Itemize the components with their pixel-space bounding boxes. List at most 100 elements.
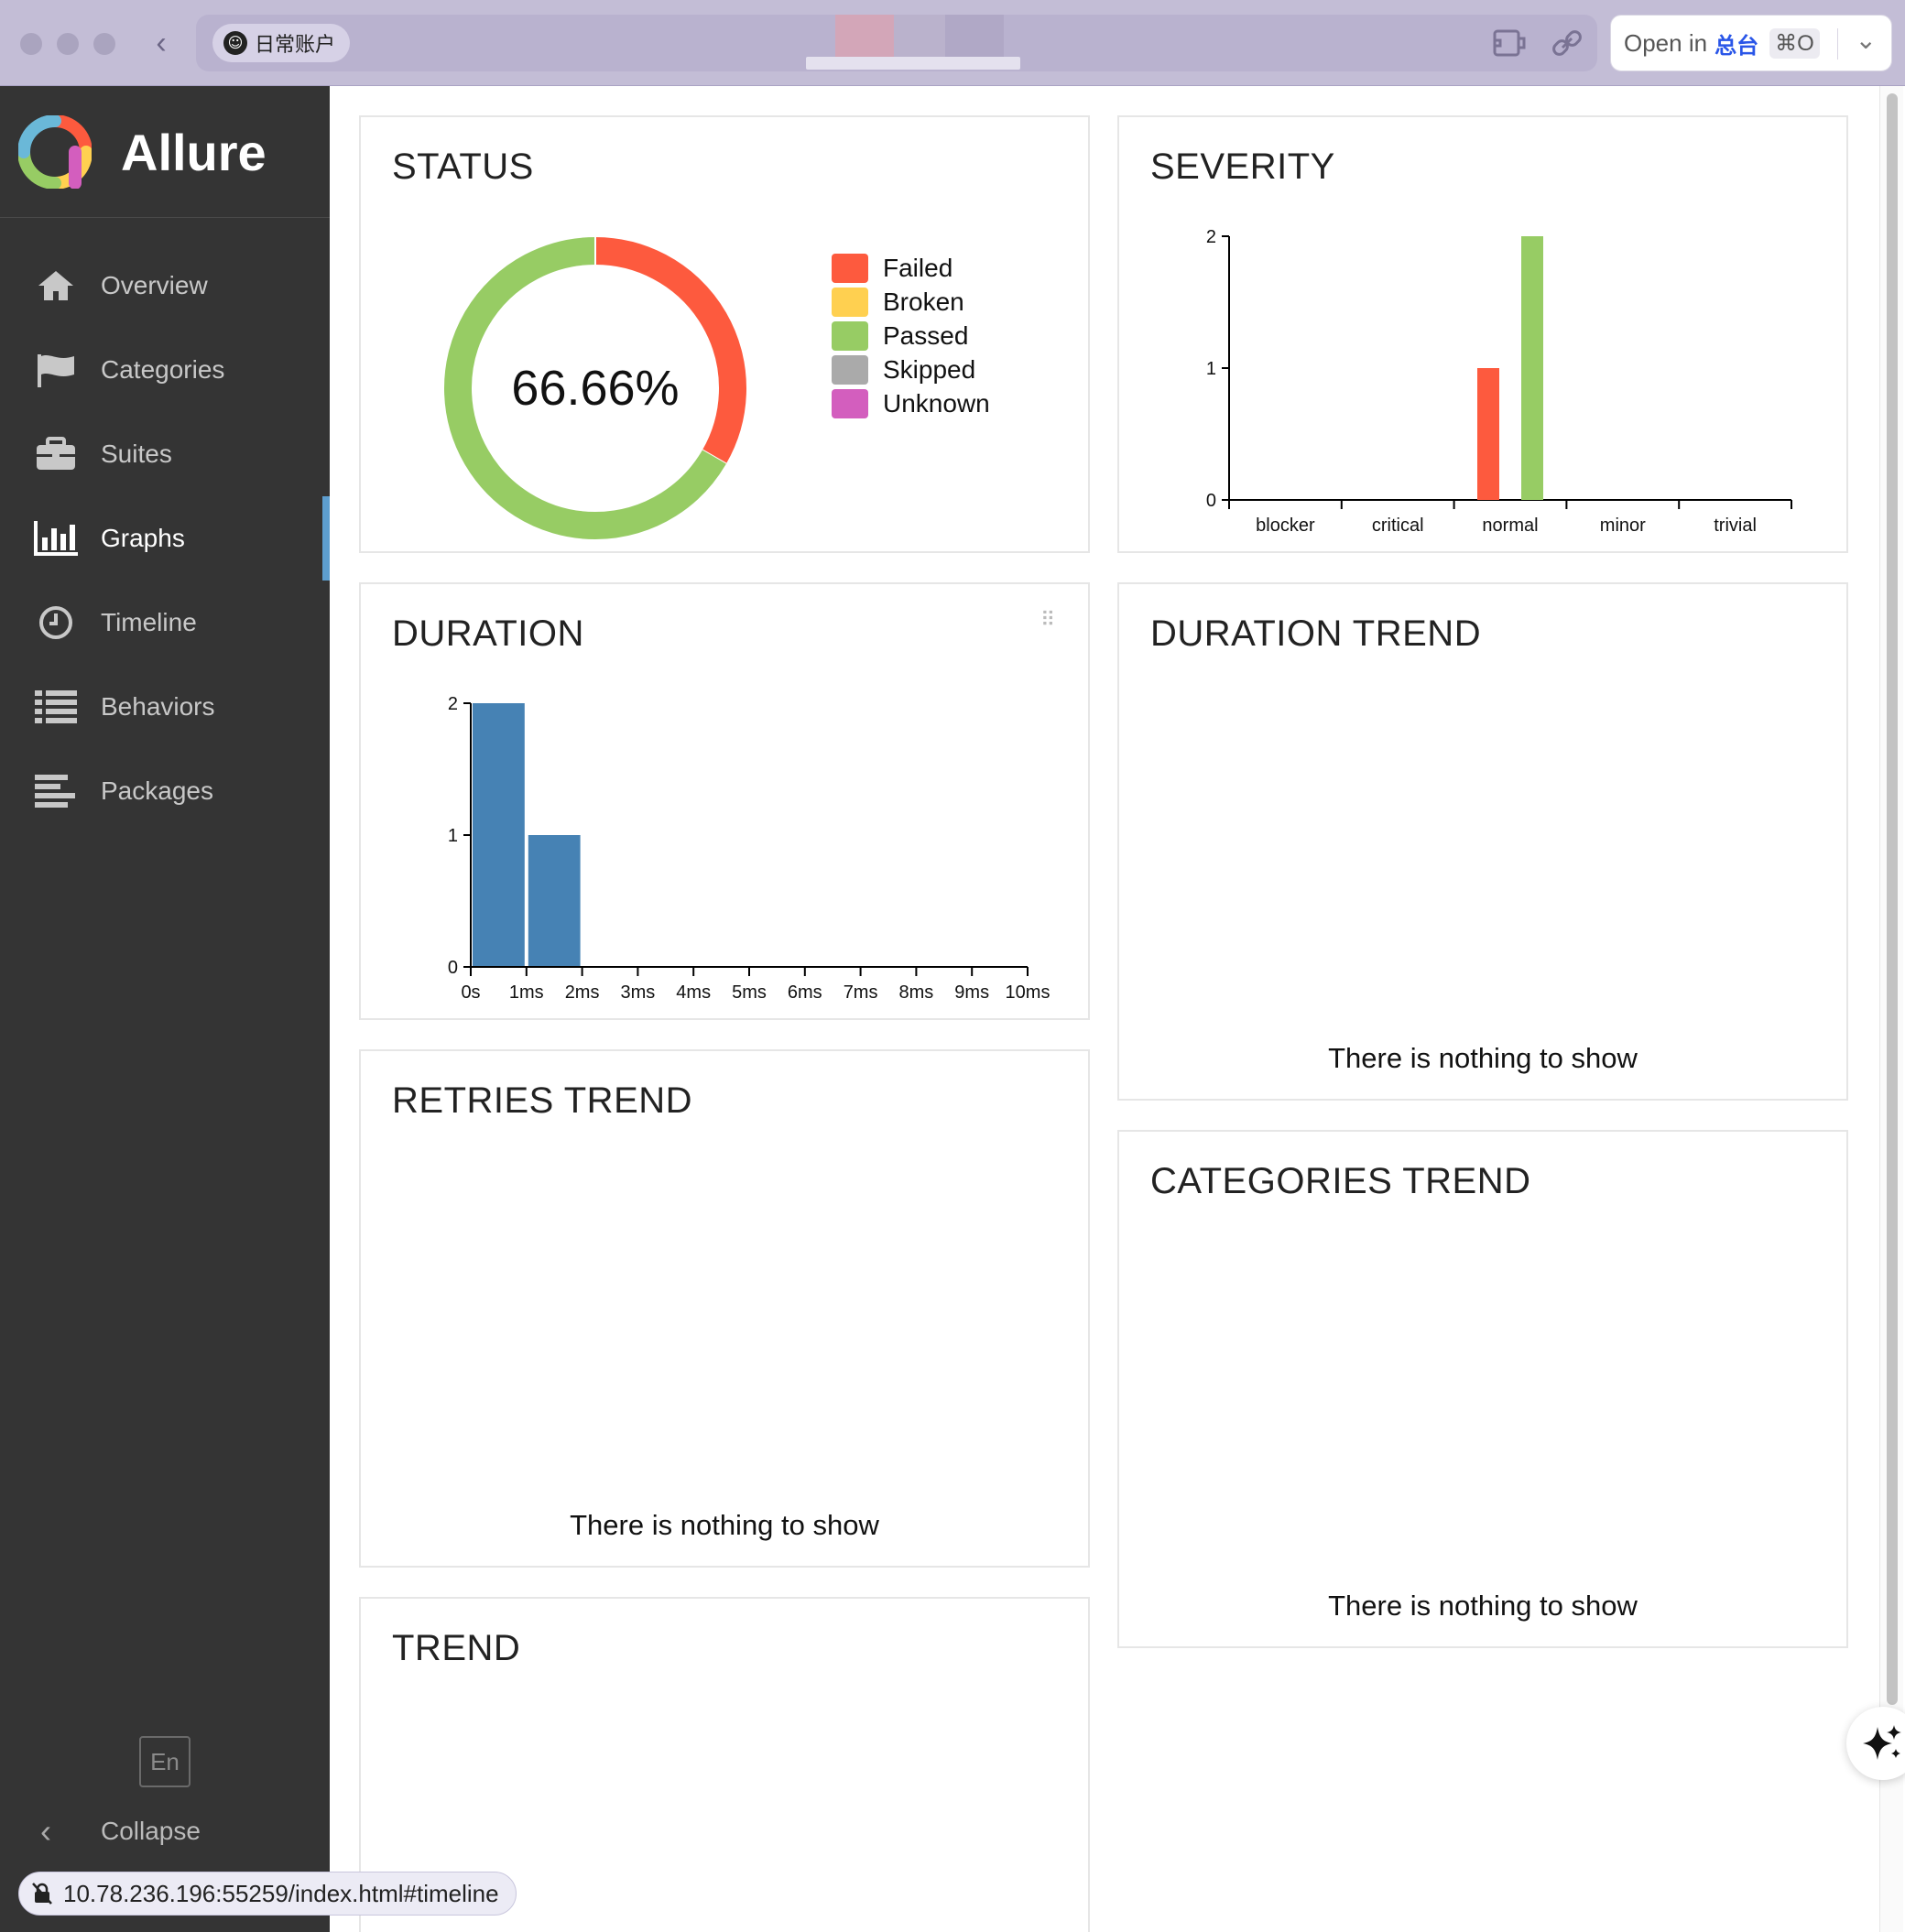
y-tick-label: 2 [448, 694, 458, 714]
sidebar-item-packages[interactable]: Packages [0, 749, 330, 833]
legend-label: Unknown [883, 388, 990, 418]
y-tick-label: 1 [448, 826, 458, 846]
window-zoom-button[interactable] [93, 33, 115, 55]
chevron-down-icon[interactable]: ⌄ [1856, 25, 1877, 55]
legend-item-unknown[interactable]: Unknown [832, 386, 990, 420]
categories-trend-panel: CATEGORIES TREND There is nothing to sho… [1117, 1130, 1848, 1648]
legend-swatch [832, 388, 868, 418]
x-tick-label: blocker [1256, 516, 1315, 536]
panel-title: DURATION [392, 613, 584, 654]
collapse-label: Collapse [101, 1817, 201, 1845]
status-percentage-label: 66.66% [511, 361, 679, 416]
sidebar-item-behaviors[interactable]: Behaviors [0, 665, 330, 749]
open-in-app-button[interactable]: Open in 总台 ⌘O ⌄ [1610, 15, 1892, 71]
sidebar-item-timeline[interactable]: Timeline [0, 581, 330, 665]
legend-swatch [832, 253, 868, 283]
legend-item-broken[interactable]: Broken [832, 285, 990, 319]
status-slice-failed [594, 237, 746, 464]
sidebar-item-label: Categories [101, 355, 225, 384]
list-icon [33, 684, 79, 730]
legend-label: Failed [883, 253, 953, 282]
legend-label: Broken [883, 287, 964, 316]
shortcut-hint: ⌘O [1769, 27, 1820, 59]
status-donut-chart: 66.66% [444, 237, 746, 539]
divider [1837, 28, 1838, 60]
link-icon[interactable] [1548, 26, 1586, 60]
y-tick-label: 0 [448, 958, 458, 978]
legend-item-passed[interactable]: Passed [832, 319, 990, 353]
duration-histogram: 0 1 2 0s 1ms 2ms 3ms 4ms 5ms 6ms 7ms 8ms 9ms 10ms [448, 694, 1050, 1003]
severity-bar-chart: 0 1 2 blocker critical normal minor trivial [1206, 227, 1792, 536]
window-close-button[interactable] [20, 33, 42, 55]
flag-icon [33, 347, 79, 393]
sidebar-item-graphs[interactable]: Graphs [0, 496, 330, 581]
x-tick-label: 2ms [565, 982, 600, 1003]
legend-swatch [832, 287, 868, 317]
blurred-tab [945, 15, 1004, 59]
align-left-icon [33, 768, 79, 814]
clock-icon [33, 600, 79, 646]
chevron-left-icon: ‹ [40, 1812, 51, 1850]
y-tick-label: 1 [1206, 359, 1216, 379]
sparkle-icon [1863, 1725, 1901, 1760]
sidebar-item-label: Behaviors [101, 692, 215, 721]
empty-state-message: There is nothing to show [1328, 1042, 1638, 1074]
duration-bar [528, 835, 581, 967]
legend-label: Skipped [883, 354, 976, 384]
sidebar-item-label: Packages [101, 776, 213, 805]
browser-titlebar: ‹ ☺ 日常账户 Open in 总台 ⌘O ⌄ [0, 0, 1905, 86]
legend-swatch [832, 354, 868, 385]
x-tick-label: 3ms [621, 982, 656, 1003]
x-tick-label: trivial [1714, 516, 1757, 536]
open-in-app-name: 总台 [1714, 32, 1759, 59]
window-minimize-button[interactable] [57, 33, 79, 55]
extension-icon[interactable] [1491, 26, 1529, 60]
panel-title: TREND [392, 1628, 521, 1668]
x-tick-label: 6ms [788, 982, 822, 1003]
sidebar-item-label: Overview [101, 271, 208, 299]
duration-panel: DURATION ⠿ 0 1 2 0s 1ms 2ms 3ms 4ms 5ms 6ms 7ms 8ms… [359, 582, 1090, 1020]
blurred-tab [835, 15, 894, 59]
panel-title: SEVERITY [1150, 147, 1335, 187]
x-tick-label: 8ms [899, 982, 934, 1003]
brand-header[interactable]: Allure [0, 86, 330, 218]
panel-title: STATUS [392, 147, 534, 187]
x-tick-label: 7ms [844, 982, 878, 1003]
status-url-text: 10.78.236.196:55259/index.html#timeline [63, 1879, 499, 1907]
sidebar-item-label: Suites [101, 440, 172, 468]
back-button[interactable]: ‹ [147, 26, 176, 60]
collapse-button[interactable]: ‹ Collapse [0, 1796, 330, 1866]
x-tick-label: 1ms [509, 982, 544, 1003]
brand-name: Allure [121, 124, 267, 181]
x-tick-label: 9ms [954, 982, 989, 1003]
scrollbar-thumb[interactable] [1887, 93, 1898, 1705]
x-tick-label: critical [1372, 516, 1424, 536]
sidebar-item-overview[interactable]: Overview [0, 244, 330, 328]
severity-bar-normal-passed [1521, 236, 1543, 500]
sidebar-item-suites[interactable]: Suites [0, 412, 330, 496]
site-identity-chip[interactable]: ☺ 日常账户 [212, 24, 351, 62]
blurred-tab [894, 15, 945, 59]
allure-logo-icon [18, 115, 92, 189]
page-scrollbar[interactable] [1879, 86, 1903, 1932]
home-icon [33, 263, 79, 309]
y-tick-label: 0 [1206, 491, 1216, 511]
sidebar-item-categories[interactable]: Categories [0, 328, 330, 412]
sidebar-item-label: Graphs [101, 524, 185, 552]
duration-trend-panel: DURATION TREND There is nothing to show [1117, 582, 1848, 1101]
severity-panel: SEVERITY 0 1 2 blocker critical normal minor tr… [1117, 115, 1848, 553]
briefcase-icon [33, 431, 79, 477]
x-tick-label: 0s [461, 982, 480, 1003]
x-tick-label: 4ms [676, 982, 711, 1003]
drag-handle-icon[interactable]: ⠿ [1040, 610, 1059, 639]
site-name: 日常账户 [255, 34, 336, 57]
language-switch[interactable]: En [139, 1736, 190, 1787]
bar-chart-icon [33, 516, 79, 561]
x-tick-label: minor [1600, 516, 1646, 536]
legend-item-failed[interactable]: Failed [832, 251, 990, 285]
smiley-icon: ☺ [223, 31, 247, 55]
empty-state-message: There is nothing to show [1328, 1590, 1638, 1622]
x-tick-label: normal [1482, 516, 1538, 536]
legend-item-skipped[interactable]: Skipped [832, 353, 990, 386]
status-legend: Failed Broken Passed Skipped Unknown [832, 251, 990, 420]
